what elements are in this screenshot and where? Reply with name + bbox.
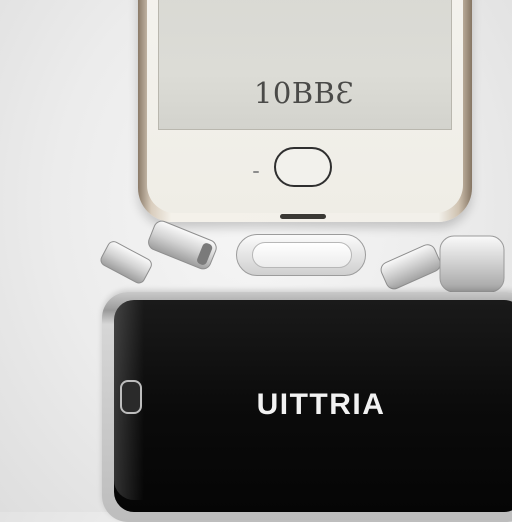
top-phone-screen [158, 0, 452, 130]
home-button [274, 147, 332, 187]
top-phone-sensor [253, 171, 259, 173]
left-connector [100, 220, 217, 284]
product-photo: 10BBƐ UITTRIA [0, 0, 512, 522]
middle-connector-plug [252, 242, 352, 268]
top-phone-screen-text: 10BBƐ [253, 76, 355, 110]
top-phone-port [280, 214, 326, 219]
right-connector [380, 235, 505, 293]
bottom-device-brand-text: UITTRIA [256, 388, 386, 421]
bottom-device-side-button [120, 380, 142, 414]
